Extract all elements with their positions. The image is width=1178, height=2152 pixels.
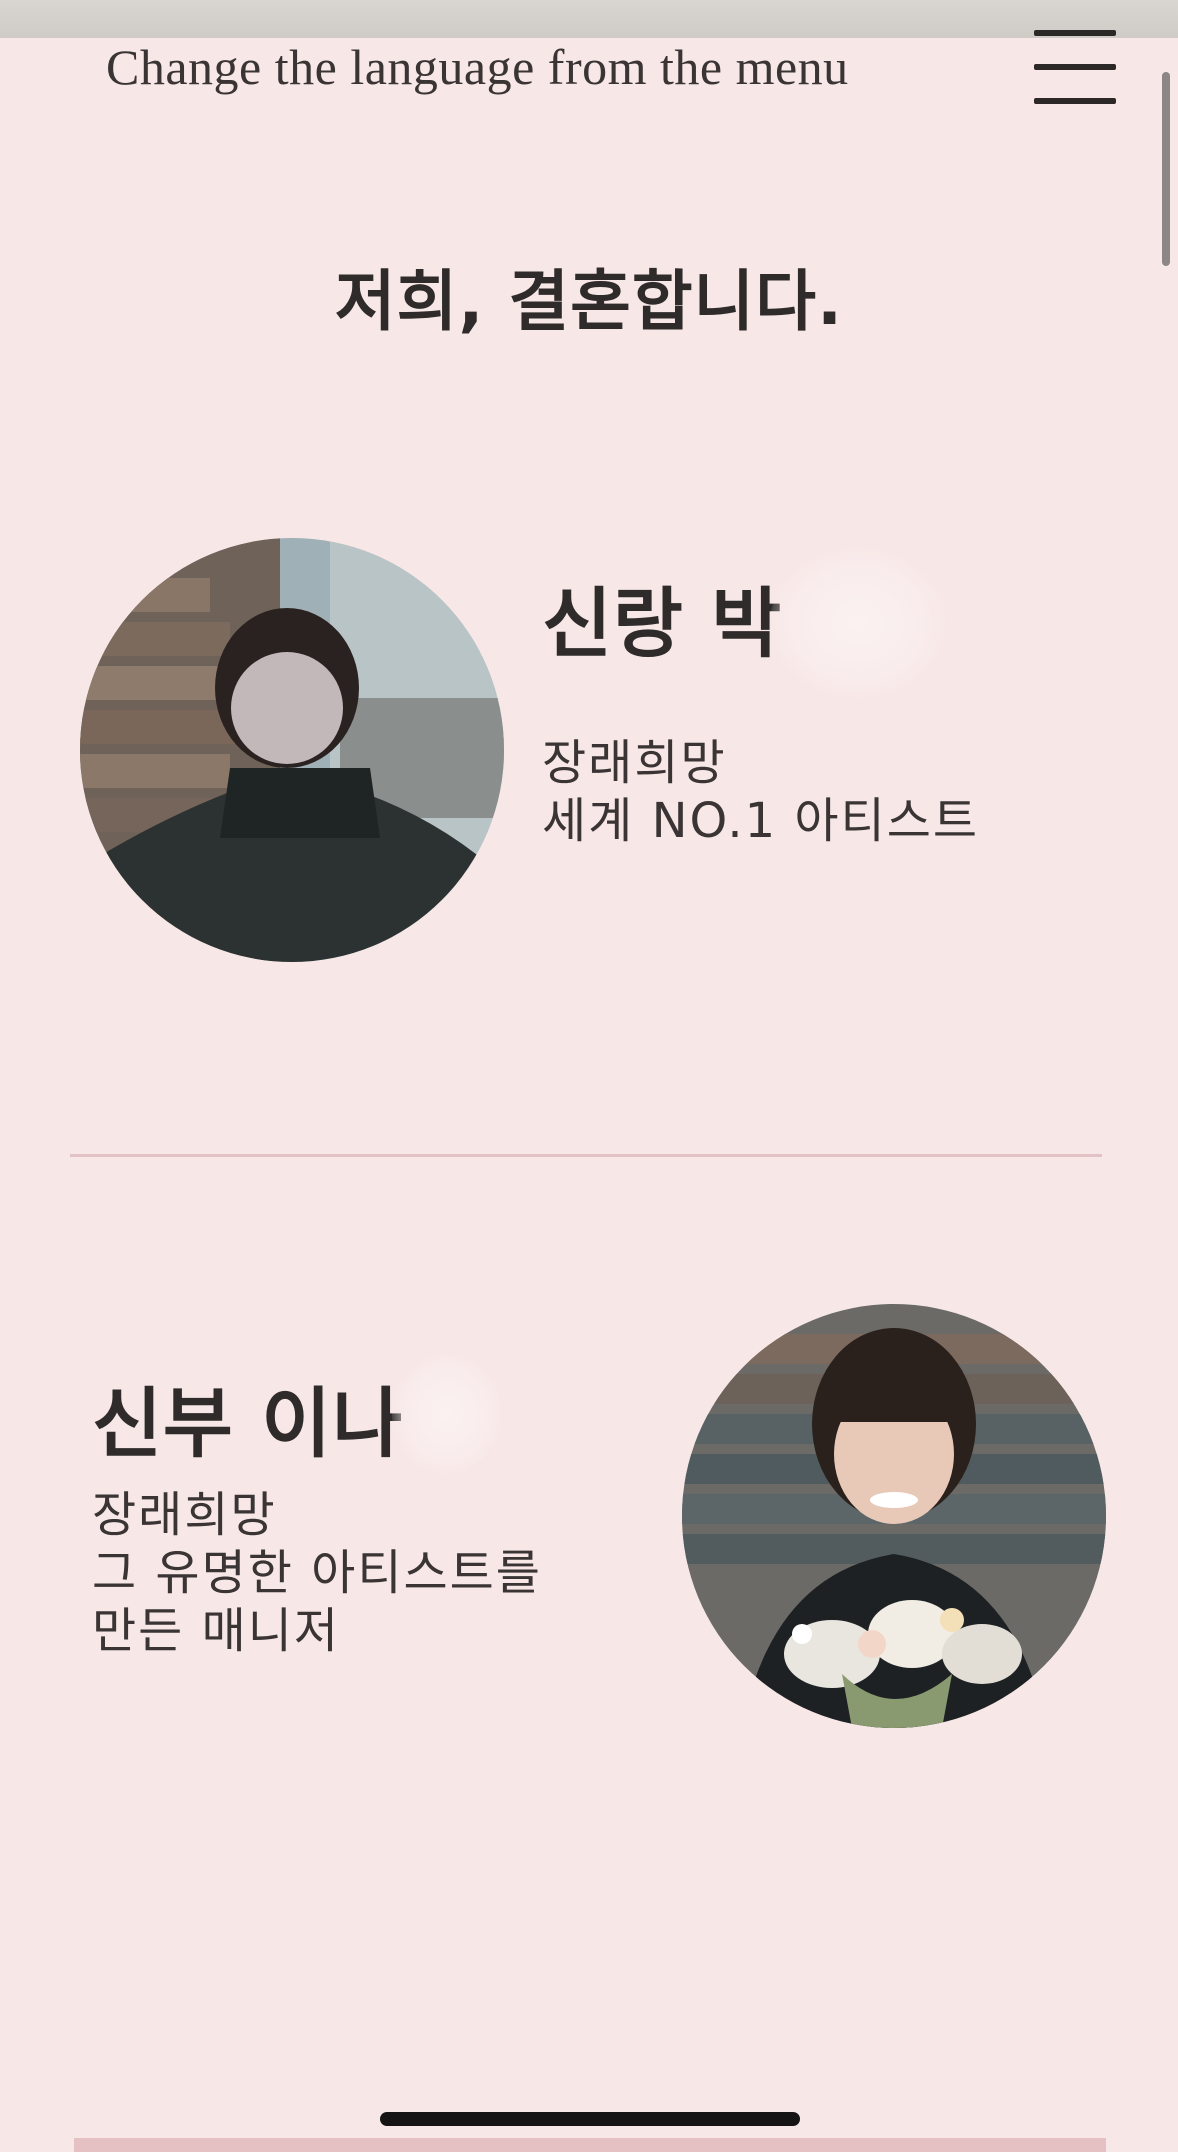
- home-indicator[interactable]: [380, 2112, 800, 2126]
- bride-desc-line: 장래희망: [92, 1487, 277, 1543]
- invitation-page: [0, 38, 1178, 2152]
- groom-desc-line: 세계 NO.1 아티스트: [542, 793, 980, 849]
- redacted-name-blur: [392, 1354, 502, 1474]
- redacted-name-blur: [770, 548, 946, 698]
- browser-top-strip: [0, 0, 1178, 38]
- groom-name: 신랑 박: [542, 579, 783, 668]
- groom-desc-line: 장래희망: [542, 735, 727, 791]
- bride-desc-line: 만든 매니저: [92, 1603, 341, 1659]
- menu-line: [1034, 98, 1116, 104]
- menu-line: [1034, 30, 1116, 36]
- bride-desc-line: 그 유명한 아티스트를: [92, 1545, 542, 1601]
- bride-photo: [682, 1304, 1106, 1728]
- language-hint: Change the language from the menu: [106, 39, 849, 95]
- section-divider: [70, 1154, 1102, 1157]
- bride-name: 신부 이나: [92, 1379, 404, 1468]
- groom-description: 장래희망 세계 NO.1 아티스트: [542, 734, 979, 850]
- page-title: 저희, 결혼합니다.: [334, 263, 844, 340]
- groom-photo: [80, 538, 504, 962]
- menu-line: [1034, 64, 1116, 70]
- bride-description: 장래희망 그 유명한 아티스트를 만든 매니저: [92, 1486, 542, 1660]
- scrollbar[interactable]: [1162, 72, 1170, 266]
- hamburger-menu-icon[interactable]: [1034, 30, 1116, 106]
- bottom-accent-bar: [74, 2138, 1106, 2152]
